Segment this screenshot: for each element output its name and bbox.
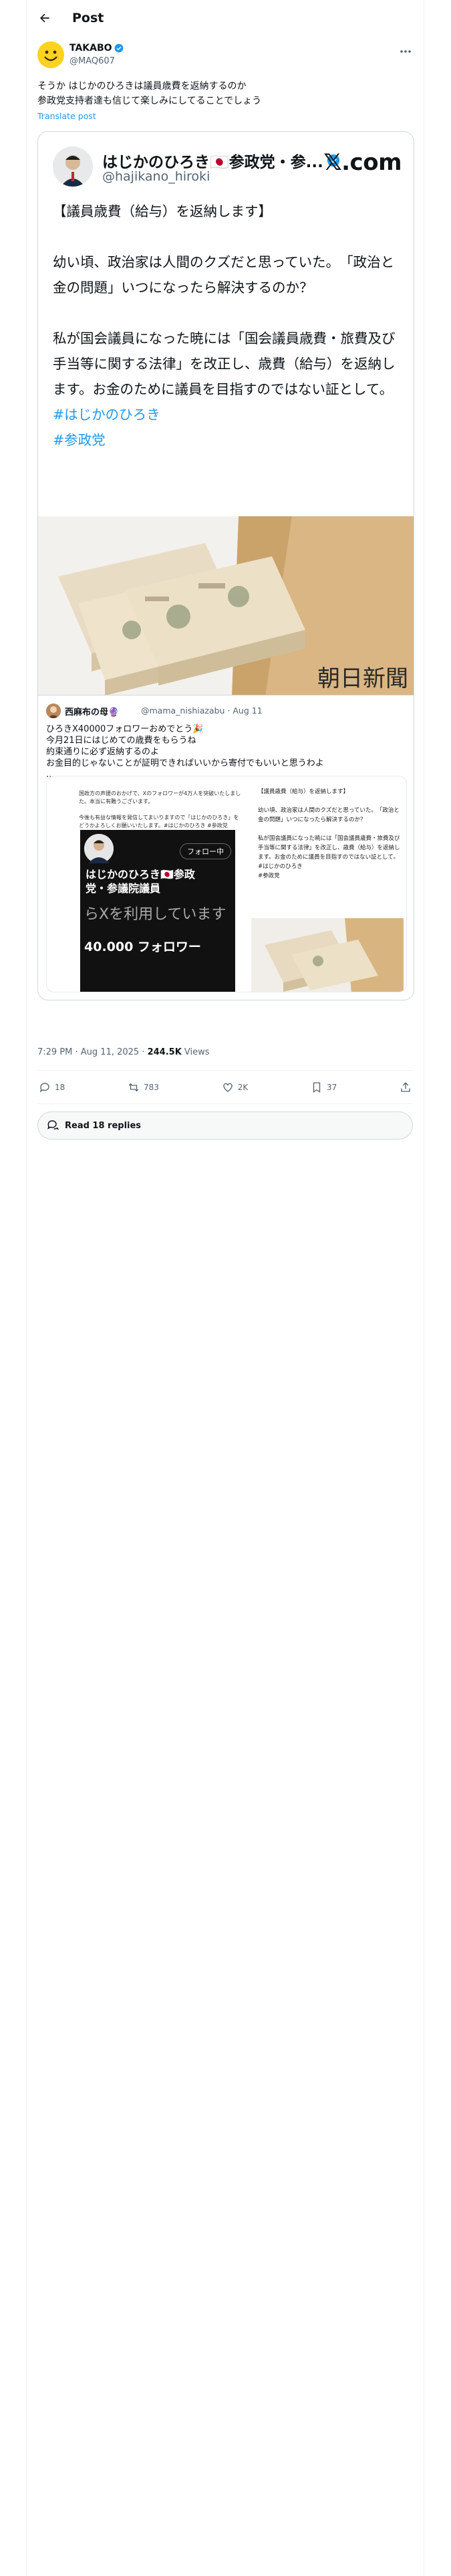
x-logo: 𝕏.com <box>323 149 402 176</box>
action-bar: 18 783 2K 37 <box>37 1075 413 1099</box>
bookmark-count: 37 <box>326 1083 337 1092</box>
bookmark-icon <box>313 1082 321 1093</box>
share-button[interactable] <box>400 1081 412 1093</box>
newspaper-watermark: 朝日新聞 <box>317 665 408 692</box>
heart-icon <box>223 1083 233 1092</box>
quoted-author-handle[interactable]: @mama_nishiazabu · Aug 11 <box>141 706 263 716</box>
translate-post-link[interactable]: Translate post <box>37 111 96 121</box>
page-title: Post <box>72 10 104 25</box>
embedded-screenshot[interactable]: はじかのひろき🇯🇵参政党・参... @hajikano_hiroki 𝕏.com… <box>38 132 414 695</box>
quoted-avatar[interactable] <box>46 704 61 718</box>
main-column: Post TAKABO @MAQ607 そうか はじかのひろきは議員歳費を返納す… <box>26 0 424 2576</box>
quoted-media-right-text: 【議員歳費（給与）を返納します】 幼い頃、政治家は人間のクズだと思っていた。 「… <box>258 788 400 879</box>
back-button[interactable] <box>33 7 56 29</box>
follower-count: 40.000 フォロワー <box>84 940 201 954</box>
arrow-left-icon <box>40 13 49 22</box>
quoted-media-left[interactable]: 国政方の声援のおかげで、Xのフォロワーが4万人を突破いたしました。本当に有難うご… <box>47 776 247 992</box>
quoted-media-right[interactable]: 【議員歳費（給与）を返納します】 幼い頃、政治家は人間のクズだと思っていた。 「… <box>247 776 406 992</box>
reply-icon <box>39 1083 49 1093</box>
quoted-media-caption: 国政方の声援のおかげで、Xのフォロワーが4万人を突破いたしました。本当に有難うご… <box>79 790 241 829</box>
money-photo-thumbnail <box>251 918 404 992</box>
author-name-row[interactable]: TAKABO <box>69 43 124 53</box>
read-replies-button[interactable]: Read 18 replies <box>37 1111 413 1140</box>
money-envelope-photo: 朝日新聞 <box>38 516 414 695</box>
profile-card-image: フォロー中 はじかのひろき🇯🇵参政 党・参議院議員 らXを利用しています 40.… <box>80 830 235 992</box>
embedded-handle: @hajikano_hiroki <box>102 169 210 184</box>
embedded-text: 【議員歳費（給与）を返納します】 幼い頃、政治家は人間のクズだと思っていた。 「… <box>53 199 402 453</box>
like-button[interactable]: 2K <box>222 1081 249 1093</box>
views-count: 244.5K <box>147 1047 182 1057</box>
read-replies-label: Read 18 replies <box>65 1120 142 1131</box>
reply-count: 18 <box>55 1083 65 1092</box>
profile-card-name: はじかのひろき🇯🇵参政 党・参議院議員 <box>86 868 195 895</box>
divider <box>37 1103 413 1104</box>
like-count: 2K <box>237 1083 249 1092</box>
embedded-name: はじかのひろき🇯🇵参政党・参... <box>102 154 323 171</box>
embedded-body: 【議員歳費（給与）を返納します】 幼い頃、政治家は人間のクズだと思っていた。 「… <box>53 203 396 397</box>
post-meta: 7:29 PM · Aug 11, 2025 · 244.5K Views <box>37 1047 210 1057</box>
avatar[interactable] <box>37 41 64 68</box>
repost-button[interactable]: 783 <box>128 1081 159 1093</box>
repost-icon <box>128 1083 139 1092</box>
profile-card-using-text: らXを利用しています <box>84 906 227 923</box>
reply-button[interactable]: 18 <box>39 1081 65 1093</box>
author-handle[interactable]: @MAQ607 <box>69 56 115 66</box>
chat-bubbles-icon <box>47 1120 59 1130</box>
share-icon <box>401 1082 410 1092</box>
verified-badge-icon <box>114 43 123 53</box>
quoted-media-card[interactable]: はじかのひろき🇯🇵参政党・参... @hajikano_hiroki 𝕏.com… <box>37 131 414 1000</box>
quoted-media[interactable]: 国政方の声援のおかげで、Xのフォロワーが4万人を突破いたしました。本当に有難うご… <box>46 776 407 992</box>
embedded-avatar <box>53 146 93 187</box>
quoted-text: ひろきX40000フォロワーおめでとう🎉 今月21日にはじめての歳費をもらうね … <box>46 724 324 780</box>
quoted-post[interactable]: 西麻布の母🔮 @mama_nishiazabu · Aug 11 ひろきX400… <box>38 695 414 1000</box>
author-name[interactable]: TAKABO <box>69 43 112 53</box>
top-bar: Post <box>27 0 424 35</box>
hashtag-link: #はじかのひろき <box>53 407 160 423</box>
divider <box>37 1070 413 1071</box>
quoted-author-name[interactable]: 西麻布の母🔮 <box>65 705 119 718</box>
repost-count: 783 <box>144 1083 159 1092</box>
more-horizontal-icon <box>400 50 411 53</box>
profile-card-avatar <box>84 834 114 863</box>
post-timestamp[interactable]: 7:29 PM · Aug 11, 2025 · <box>37 1047 148 1057</box>
post-author: TAKABO @MAQ607 <box>37 41 413 71</box>
embedded-name-row: はじかのひろき🇯🇵参政党・参... <box>102 149 340 172</box>
bookmark-button[interactable]: 37 <box>311 1081 337 1093</box>
post-text: そうか はじかのひろきは議員歳費を返納するのか 参政党支持者達も信じて楽しみにし… <box>37 81 262 106</box>
hashtag-link: #参政党 <box>53 432 106 448</box>
follow-button: フォロー中 <box>180 843 231 859</box>
more-options-button[interactable] <box>398 45 413 58</box>
views-label: Views <box>181 1047 210 1057</box>
